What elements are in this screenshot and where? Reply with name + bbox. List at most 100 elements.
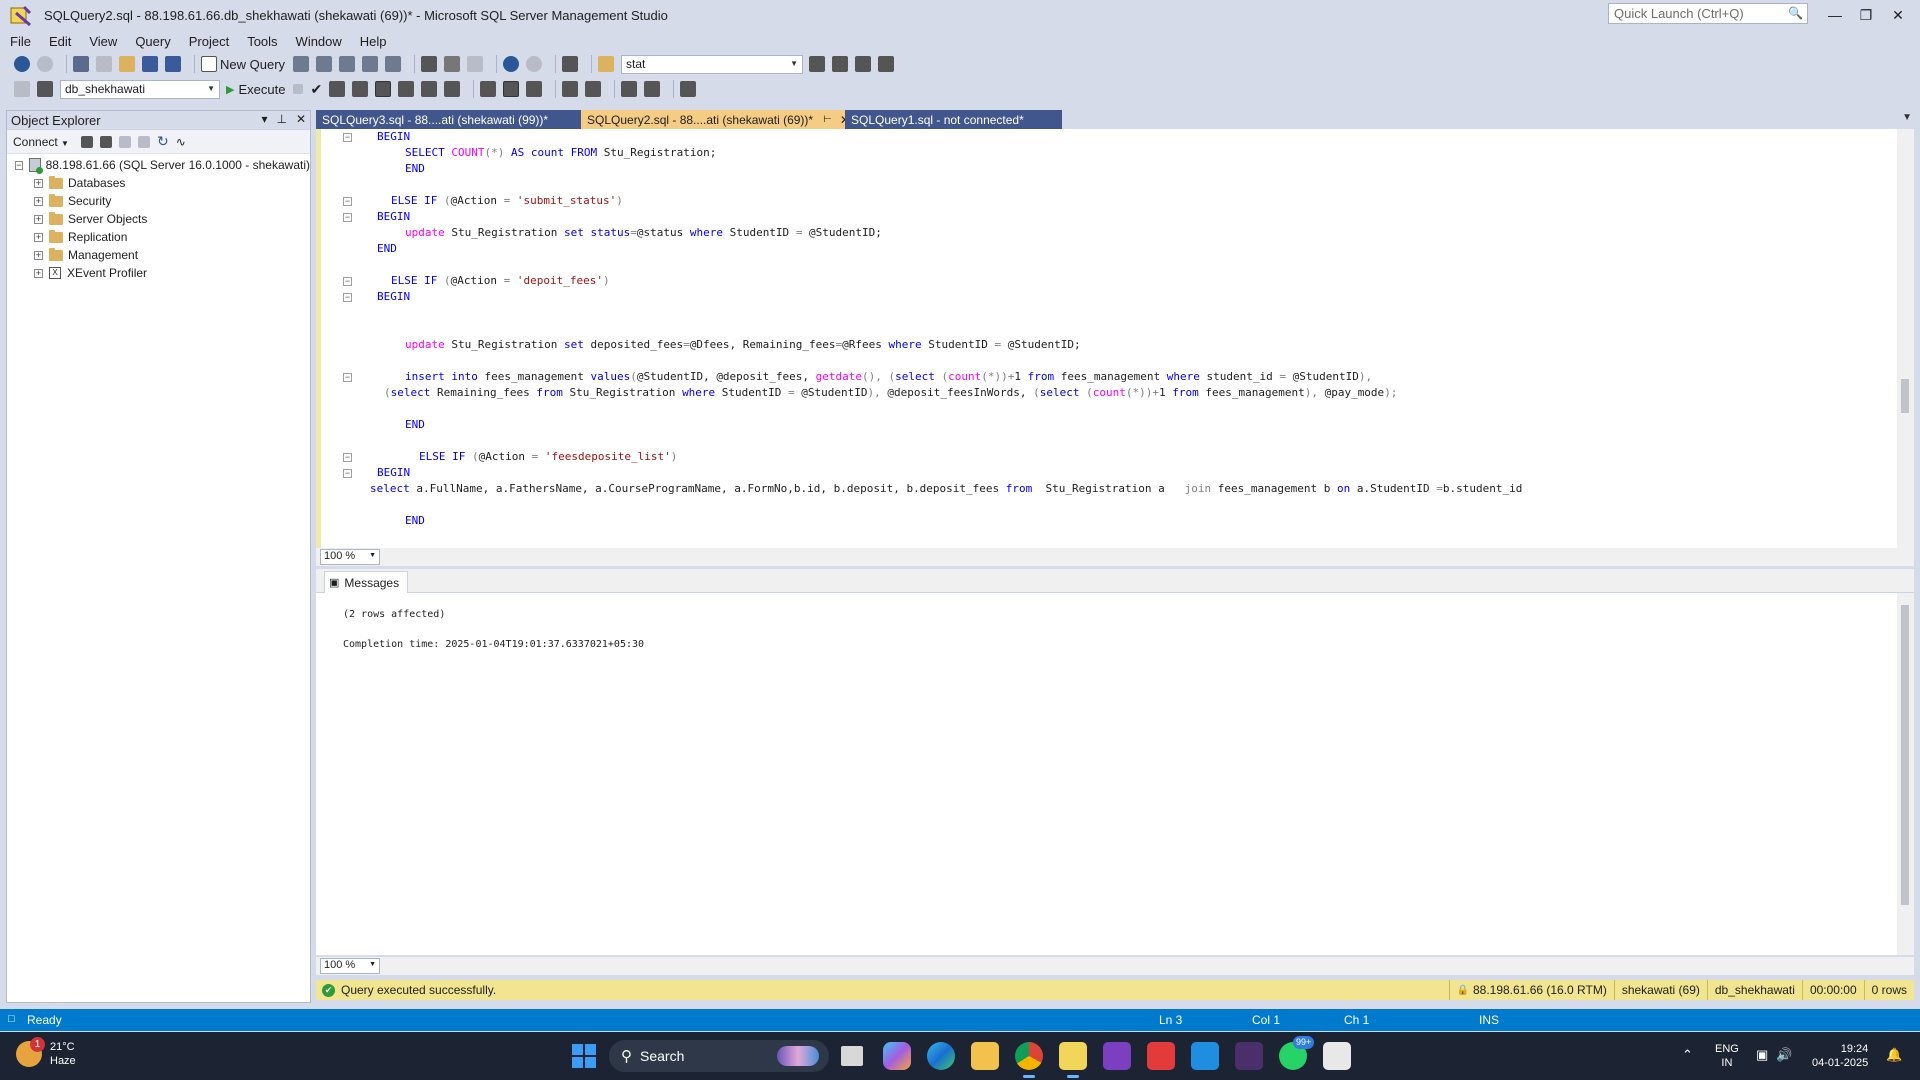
file-explorer-icon[interactable] [971,1042,999,1070]
fold-icon[interactable]: − [343,373,352,382]
editor-zoom-combo[interactable]: 100 % ▼ [320,549,380,565]
connect-icon[interactable] [80,135,93,148]
open-file-icon[interactable] [119,56,135,72]
tree-node-xevent-profiler[interactable]: + X XEvent Profiler [7,264,310,282]
volume-icon[interactable]: 🔊 [1776,1048,1792,1062]
increase-indent-icon[interactable] [644,81,661,97]
visual-studio-icon[interactable] [1103,1042,1131,1070]
fold-icon[interactable]: − [343,197,352,206]
tree-node-management[interactable]: + Management [7,246,310,264]
stop-icon[interactable] [293,84,304,94]
results-vertical-scrollbar[interactable] [1897,593,1914,955]
collapse-icon[interactable]: − [15,160,23,170]
xmla-query-icon[interactable] [385,56,402,72]
refresh-icon[interactable]: ↻ [157,133,169,150]
copy-icon[interactable] [444,56,461,72]
results-to-file-icon[interactable] [526,81,543,97]
menu-file[interactable]: File [10,34,31,49]
edge-icon[interactable] [927,1042,955,1070]
uncomment-icon[interactable] [585,81,602,97]
connect-icon[interactable] [14,81,30,97]
tabs-dropdown-icon[interactable]: ▼ [1902,112,1912,123]
find-combo[interactable]: stat ▼ [621,54,804,74]
menu-query[interactable]: Query [135,34,170,49]
weather-widget[interactable]: 1 21°C Haze [16,1037,76,1068]
toolbox-icon[interactable] [855,56,872,72]
find-icon[interactable] [598,56,615,72]
save-icon[interactable] [142,56,158,72]
pin-icon[interactable]: ⊥ [276,112,286,126]
chevron-up-icon[interactable]: ⌃ [1682,1048,1693,1062]
expand-icon[interactable]: + [34,196,43,206]
results-zoom-combo[interactable]: 100 % ▼ [320,958,380,974]
expand-icon[interactable]: + [34,268,43,278]
menu-window[interactable]: Window [296,34,342,49]
scrollbar-thumb[interactable] [1901,605,1909,905]
new-project-icon[interactable] [73,56,89,72]
specify-values-icon[interactable] [680,81,697,97]
menu-tools[interactable]: Tools [247,34,277,49]
actual-plan-icon[interactable] [421,81,438,97]
mdx-query-icon[interactable] [339,56,356,72]
estimated-plan-icon[interactable] [329,81,346,97]
results-to-text-icon[interactable] [480,81,497,97]
undo-icon[interactable] [503,56,520,72]
anydesk-icon[interactable] [1147,1042,1175,1070]
window-icon[interactable] [878,56,895,72]
disconnect-icon[interactable] [99,135,112,148]
results-to-grid-icon[interactable] [503,81,520,97]
notepad-icon[interactable] [1323,1042,1351,1070]
cut-icon[interactable] [421,56,438,72]
chrome-icon[interactable] [1015,1042,1043,1078]
task-view-icon[interactable] [841,1046,863,1066]
back-icon[interactable] [14,56,30,72]
dmx-query-icon[interactable] [362,56,379,72]
fold-icon[interactable]: − [343,469,352,478]
expand-icon[interactable]: + [34,232,43,242]
query-designer-icon[interactable] [352,81,369,97]
menu-edit[interactable]: Edit [49,34,71,49]
editor-vertical-scrollbar[interactable] [1897,129,1914,548]
wrench-icon[interactable] [832,56,849,72]
pin-icon[interactable]: ⊢ [823,114,832,125]
tree-node-server[interactable]: − 88.198.61.66 (SQL Server 16.0.1000 - s… [7,156,310,174]
fold-icon[interactable]: − [343,213,352,222]
query-options-icon[interactable] [375,81,392,97]
restore-button[interactable]: ❐ [1852,4,1880,26]
expand-icon[interactable]: + [34,178,43,188]
properties-icon[interactable] [809,56,826,72]
paste-icon[interactable] [467,56,484,72]
menu-project[interactable]: Project [189,34,229,49]
notification-bell-icon[interactable]: 🔔 [1886,1048,1902,1062]
expand-icon[interactable]: + [34,250,43,260]
comment-icon[interactable] [562,81,579,97]
fold-icon[interactable]: − [343,133,352,142]
messages-pane[interactable]: (2 rows affected) Completion time: 2025-… [316,593,1914,955]
minimize-button[interactable]: — [1821,4,1849,26]
new-query-button[interactable]: New Query [201,56,285,72]
activity-monitor-icon[interactable]: ∿ [176,135,186,149]
quick-launch-input[interactable]: Quick Launch (Ctrl+Q) 🔍 [1608,3,1808,24]
copilot-icon[interactable] [883,1042,911,1070]
tab-sqlquery3[interactable]: SQLQuery3.sql - 88....ati (shekawati (99… [316,110,581,129]
decrease-indent-icon[interactable] [621,81,638,97]
fold-icon[interactable]: − [343,293,352,302]
menu-help[interactable]: Help [360,34,387,49]
change-connection-icon[interactable] [37,81,53,97]
client-stats-icon[interactable] [444,81,461,97]
tree-node-server-objects[interactable]: + Server Objects [7,210,310,228]
add-item-icon[interactable] [96,56,112,72]
tree-node-replication[interactable]: + Replication [7,228,310,246]
chevron-down-icon[interactable]: ▾ [261,112,267,126]
tab-sqlquery1[interactable]: SQLQuery1.sql - not connected* [845,110,1062,129]
debug-icon[interactable] [562,56,579,72]
database-combo[interactable]: db_shekhawati ▼ [60,79,220,99]
taskbar-search[interactable]: ⚲ Search [609,1040,829,1072]
tab-sqlquery2[interactable]: SQLQuery2.sql - 88....ati (shekawati (69… [581,110,850,129]
network-icon[interactable]: ▣ [1756,1048,1768,1062]
intellisense-icon[interactable] [398,81,415,97]
fold-icon[interactable]: − [343,453,352,462]
tab-messages[interactable]: ▣ Messages [324,571,409,593]
language-indicator[interactable]: ENG IN [1715,1042,1739,1070]
ssms-icon[interactable] [1059,1042,1087,1078]
